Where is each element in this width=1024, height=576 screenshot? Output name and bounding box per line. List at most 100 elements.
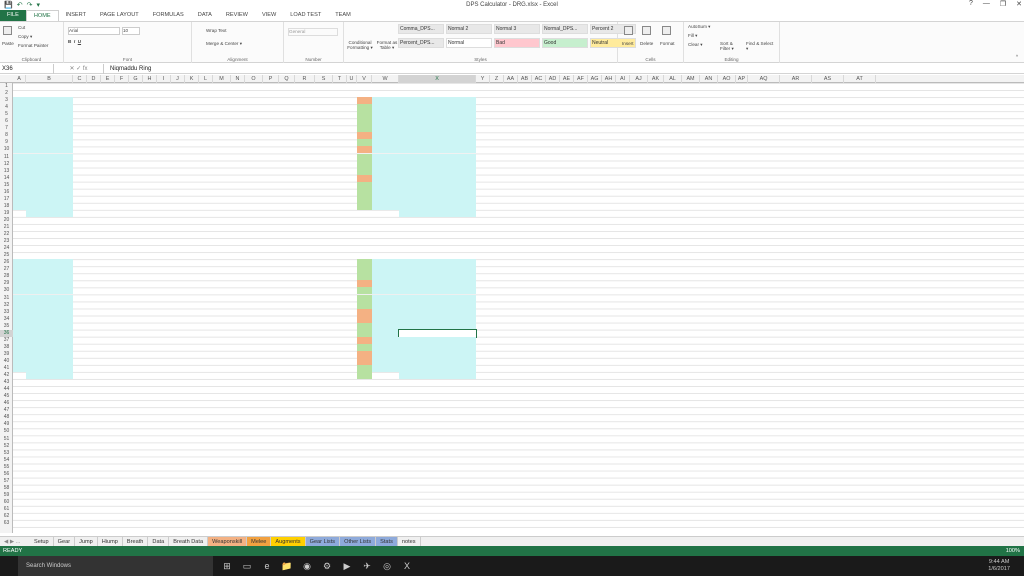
stat-cell[interactable] (199, 111, 213, 118)
stat-cell[interactable] (101, 309, 115, 316)
stat-cell[interactable] (476, 161, 490, 168)
stat-cell[interactable] (279, 287, 295, 294)
total-cell[interactable] (157, 386, 171, 393)
column-header-L[interactable]: L (199, 75, 213, 83)
stat-cell[interactable] (682, 111, 700, 118)
stat-cell[interactable] (602, 302, 616, 309)
stat-cell[interactable] (630, 365, 648, 372)
stat-cell[interactable] (245, 302, 263, 309)
row-header-45[interactable]: 45 (0, 393, 13, 400)
stat-cell[interactable] (263, 189, 279, 196)
gear-cell[interactable] (26, 322, 73, 330)
stat-cell[interactable] (490, 309, 504, 316)
stat-cell[interactable] (263, 358, 279, 365)
gear-cell[interactable] (26, 273, 73, 281)
stat-cell[interactable] (73, 154, 87, 161)
stat-cell[interactable] (560, 323, 574, 330)
row-header-24[interactable]: 24 (0, 245, 13, 252)
slot-cell[interactable] (13, 167, 26, 175)
gear-cell[interactable] (399, 153, 476, 161)
stat-cell[interactable] (129, 309, 143, 316)
stat-cell[interactable] (490, 273, 504, 280)
stat-header[interactable] (129, 90, 143, 97)
stat-header[interactable] (602, 252, 616, 259)
stat-cell[interactable] (279, 146, 295, 153)
stat-cell[interactable] (560, 358, 574, 365)
row-header-44[interactable]: 44 (0, 386, 13, 393)
slot-cell[interactable] (372, 132, 399, 140)
stat-cell[interactable] (73, 323, 87, 330)
stat-cell[interactable] (700, 302, 718, 309)
stat-cell[interactable] (171, 132, 185, 139)
stat-cell[interactable] (213, 337, 231, 344)
stat-cell[interactable] (231, 132, 245, 139)
stat-cell[interactable] (157, 259, 171, 266)
row-marker[interactable] (357, 365, 372, 372)
stat-cell[interactable] (171, 118, 185, 125)
stat-cell[interactable] (171, 97, 185, 104)
stat-cell[interactable] (231, 97, 245, 104)
stat-cell[interactable] (185, 316, 199, 323)
stat-cell[interactable] (490, 365, 504, 372)
stat-cell[interactable] (504, 316, 518, 323)
row-marker[interactable] (357, 125, 372, 133)
stat-cell[interactable] (157, 358, 171, 365)
total-cell[interactable] (574, 386, 588, 393)
stat-cell[interactable] (279, 175, 295, 182)
stat-cell[interactable] (602, 287, 616, 294)
stat-cell[interactable] (504, 97, 518, 104)
stat-cell[interactable] (546, 168, 560, 175)
stat-cell[interactable] (245, 358, 263, 365)
stat-header[interactable] (129, 252, 143, 259)
stat-cell[interactable] (263, 259, 279, 266)
row-marker[interactable] (357, 280, 372, 288)
stat-cell[interactable] (736, 196, 748, 203)
stat-cell[interactable] (231, 196, 245, 203)
stat-cell[interactable] (171, 196, 185, 203)
gear-cell[interactable] (26, 202, 73, 210)
stat-cell[interactable] (231, 104, 245, 111)
column-header-R[interactable]: R (295, 75, 315, 83)
stat-cell[interactable] (157, 132, 171, 139)
name-box[interactable]: X36 (0, 63, 54, 74)
stat-cell[interactable] (476, 351, 490, 358)
stat-cell[interactable] (490, 203, 504, 210)
stat-cell[interactable] (630, 118, 648, 125)
stat-cell[interactable] (664, 302, 682, 309)
stat-cell[interactable] (199, 161, 213, 168)
stat-cell[interactable] (185, 132, 199, 139)
row-marker[interactable] (357, 132, 372, 140)
stat-cell[interactable] (532, 365, 546, 372)
row-header-3[interactable]: 3 (0, 97, 13, 104)
stat-cell[interactable] (682, 146, 700, 153)
row-marker[interactable] (357, 308, 372, 316)
stat-header[interactable] (682, 252, 700, 259)
row-header-37[interactable]: 37 (0, 337, 13, 344)
stat-cell[interactable] (490, 146, 504, 153)
stat-cell[interactable] (532, 323, 546, 330)
stat-cell[interactable] (245, 337, 263, 344)
stat-cell[interactable] (101, 125, 115, 132)
stat-cell[interactable] (143, 182, 157, 189)
row-header-8[interactable]: 8 (0, 132, 13, 139)
taskbar-app-icon[interactable]: 📁 (277, 561, 297, 572)
stat-cell[interactable] (602, 323, 616, 330)
stat-header[interactable] (295, 90, 315, 97)
merge-center-button[interactable]: Merge & Center ▾ (206, 41, 242, 47)
stat-cell[interactable] (73, 295, 87, 302)
stat-cell[interactable] (279, 111, 295, 118)
stat-cell[interactable] (295, 161, 315, 168)
stat-cell[interactable] (263, 273, 279, 280)
stat-cell[interactable] (231, 189, 245, 196)
stat-cell[interactable] (143, 316, 157, 323)
stat-cell[interactable] (295, 97, 315, 104)
stat-cell[interactable] (630, 111, 648, 118)
row-marker[interactable] (357, 111, 372, 119)
slot-header[interactable] (13, 90, 26, 97)
stat-cell[interactable] (504, 146, 518, 153)
stat-cell[interactable] (504, 330, 518, 337)
format-button[interactable]: Format (660, 41, 675, 46)
stat-cell[interactable] (73, 104, 87, 111)
stat-cell[interactable] (101, 189, 115, 196)
total-cell[interactable] (546, 386, 560, 393)
